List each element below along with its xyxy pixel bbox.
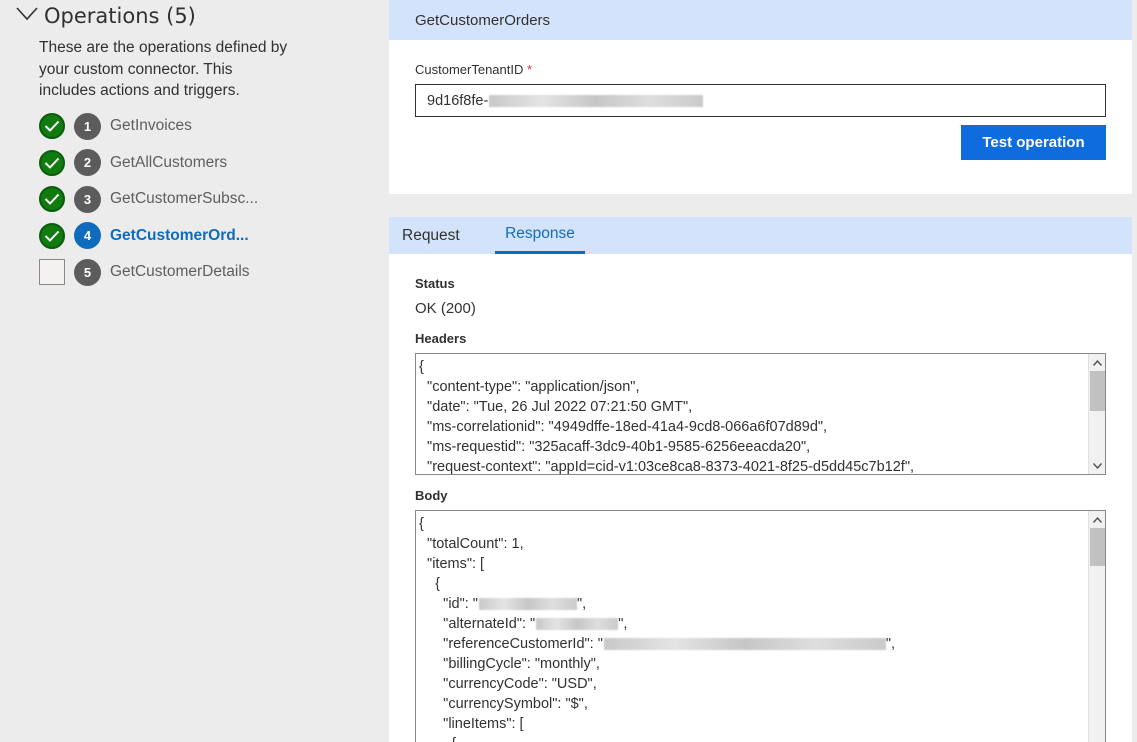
operation-item-getallcustomers[interactable]: 2 GetAllCustomers xyxy=(39,145,258,182)
operations-description: These are the operations defined by your… xyxy=(39,39,288,99)
redacted-value xyxy=(603,638,886,651)
operation-label: GetCustomerSubsc... xyxy=(110,190,259,208)
body-scrollbar[interactable] xyxy=(1088,511,1105,742)
operation-item-getcustomerorders[interactable]: 4 GetCustomerOrd... xyxy=(39,218,258,255)
checkbox[interactable] xyxy=(39,259,65,286)
body-line-suffix: ", xyxy=(618,616,628,632)
body-line: "id": " ", xyxy=(419,594,1105,614)
headers-label: Headers xyxy=(415,331,467,346)
checkmark-icon xyxy=(39,186,65,213)
body-line: "currencyCode": "USD", xyxy=(419,674,1105,694)
body-line: "alternateId": " ", xyxy=(419,614,1105,634)
headers-scrollbar[interactable] xyxy=(1088,354,1105,474)
operation-label: GetCustomerDetails xyxy=(110,263,250,281)
step-number: 4 xyxy=(74,222,101,250)
body-line-text: "id": " xyxy=(419,596,478,612)
checkmark-icon xyxy=(39,222,65,249)
body-line: "items": [ xyxy=(419,554,1105,574)
tab-response[interactable]: Response xyxy=(495,217,585,254)
body-line-suffix: ", xyxy=(576,596,587,612)
operations-panel: Operations (5) These are the operations … xyxy=(0,0,389,742)
scroll-thumb[interactable] xyxy=(1090,528,1105,566)
status-label: Status xyxy=(415,276,455,291)
body-line: "billingCycle": "monthly", xyxy=(419,654,1105,674)
body-line: "referenceCustomerId": " ", xyxy=(419,634,1105,654)
body-line-text: "lineItems": [ xyxy=(419,716,524,732)
required-mark: * xyxy=(527,62,533,77)
chevron-down-icon[interactable] xyxy=(16,6,44,26)
body-line-text: { xyxy=(419,516,424,532)
body-line-text: "currencySymbol": "$", xyxy=(419,696,588,712)
redacted-value xyxy=(536,618,619,631)
tenant-id-input[interactable]: 9d16f8fe- xyxy=(415,84,1106,117)
body-line: "totalCount": 1, xyxy=(419,534,1105,554)
tab-request[interactable]: Request xyxy=(402,217,460,254)
headers-line: "ms-requestid": "325acaff-3dc9-40b1-9585… xyxy=(419,439,811,455)
operation-card-title: GetCustomerOrders xyxy=(389,0,1132,40)
body-label: Body xyxy=(415,488,448,503)
body-line: { xyxy=(419,574,1105,594)
redacted-value xyxy=(489,94,704,107)
checkmark-icon xyxy=(39,113,65,140)
body-line: "lineItems": [ xyxy=(419,714,1105,734)
body-line: "currencySymbol": "$", xyxy=(419,694,1105,714)
body-line: { xyxy=(419,514,1105,534)
checkmark-icon xyxy=(39,149,65,176)
step-number: 1 xyxy=(74,112,101,140)
body-line: { xyxy=(419,734,1105,742)
headers-line: { xyxy=(419,359,424,375)
scroll-up-icon[interactable] xyxy=(1089,511,1105,528)
step-number: 2 xyxy=(74,149,101,177)
headers-line: "ms-correlationid": "4949dffe-18ed-41a4-… xyxy=(419,419,828,435)
status-value: OK (200) xyxy=(415,300,476,317)
scroll-up-icon[interactable] xyxy=(1089,354,1105,371)
tab-bar: Request Response xyxy=(389,217,1132,254)
tenant-id-label-text: CustomerTenantID xyxy=(415,62,524,77)
body-line-text: "billingCycle": "monthly", xyxy=(419,656,600,672)
body-line-text: "alternateId": " xyxy=(419,616,536,632)
body-content: { "totalCount": 1, "items": [ { "id": " "… xyxy=(416,511,1105,742)
headers-textarea[interactable]: { "content-type": "application/json", "d… xyxy=(415,353,1106,475)
headers-line: "date": "Tue, 26 Jul 2022 07:21:50 GMT", xyxy=(419,399,693,415)
operation-item-getcustomersubscriptions[interactable]: 3 GetCustomerSubsc... xyxy=(39,181,258,218)
body-line-text: "items": [ xyxy=(419,556,485,572)
tenant-id-value: 9d16f8fe- xyxy=(427,92,489,109)
response-card: Request Response Status OK (200) Headers… xyxy=(389,217,1132,742)
headers-content: { "content-type": "application/json", "d… xyxy=(416,354,1105,475)
body-line-text: "currencyCode": "USD", xyxy=(419,676,597,692)
operations-title: Operations (5) xyxy=(44,4,196,28)
body-line-text: { xyxy=(419,736,456,742)
operations-header[interactable]: Operations (5) xyxy=(16,4,196,28)
redacted-value xyxy=(478,598,577,611)
operation-item-getinvoices[interactable]: 1 GetInvoices xyxy=(39,108,258,145)
scroll-thumb[interactable] xyxy=(1090,371,1105,411)
operation-label: GetAllCustomers xyxy=(110,153,228,171)
body-line-suffix: ", xyxy=(885,636,896,652)
operation-label: GetInvoices xyxy=(110,117,192,135)
operation-label: GetCustomerOrd... xyxy=(110,226,249,244)
body-line-text: { xyxy=(419,576,440,592)
body-line-text: "referenceCustomerId": " xyxy=(419,636,603,652)
scroll-down-icon[interactable] xyxy=(1089,457,1105,474)
body-textarea[interactable]: { "totalCount": 1, "items": [ { "id": " "… xyxy=(415,510,1106,742)
operations-list: 1 GetInvoices 2 GetAllCustomers 3 GetCus… xyxy=(39,108,258,291)
operation-item-getcustomerdetails[interactable]: 5 GetCustomerDetails xyxy=(39,254,258,291)
step-number: 5 xyxy=(74,258,101,286)
operation-card: GetCustomerOrders CustomerTenantID * 9d1… xyxy=(389,0,1132,194)
body-line-text: "totalCount": 1, xyxy=(419,536,524,552)
tenant-id-label: CustomerTenantID * xyxy=(415,62,532,77)
headers-line: "request-context": "appId=cid-v1:03ce8ca… xyxy=(419,459,914,475)
step-number: 3 xyxy=(74,185,101,213)
headers-line: "content-type": "application/json", xyxy=(419,379,640,395)
test-operation-button[interactable]: Test operation xyxy=(961,125,1106,160)
